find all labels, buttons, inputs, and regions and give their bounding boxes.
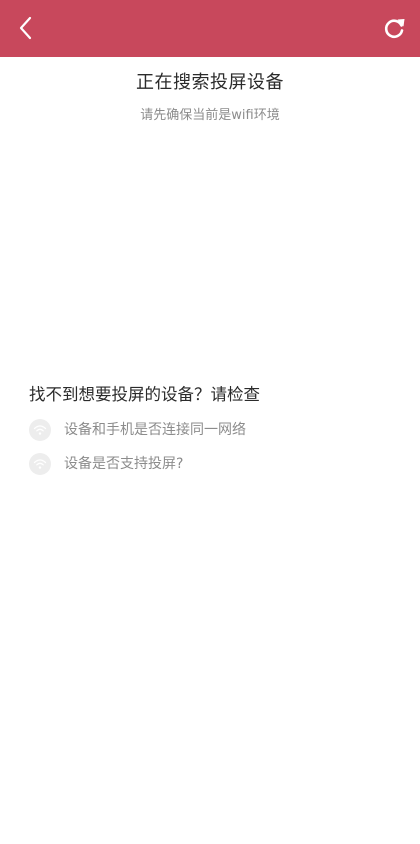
tip-text: 设备是否支持投屏? [64, 456, 184, 472]
back-button[interactable] [6, 8, 46, 48]
tip-same-network: 设备和手机是否连接同一网络 [29, 418, 246, 442]
tip-cast-support: 设备是否支持投屏? [29, 452, 183, 476]
wifi-icon [29, 419, 51, 441]
top-bar [0, 0, 420, 57]
wifi-icon [29, 453, 51, 475]
refresh-icon [384, 19, 405, 39]
chevron-left-icon [19, 16, 32, 40]
refresh-button[interactable] [374, 8, 414, 48]
help-heading: 找不到想要投屏的设备？请检查 [29, 385, 260, 404]
page-title: 正在搜索投屏设备 [136, 72, 284, 93]
cast-search-screen: 正在搜索投屏设备 请先确保当前是wifi环境 找不到想要投屏的设备？请检查 设备… [0, 0, 420, 844]
tip-text: 设备和手机是否连接同一网络 [64, 422, 246, 438]
wifi-hint: 请先确保当前是wifi环境 [140, 108, 280, 123]
